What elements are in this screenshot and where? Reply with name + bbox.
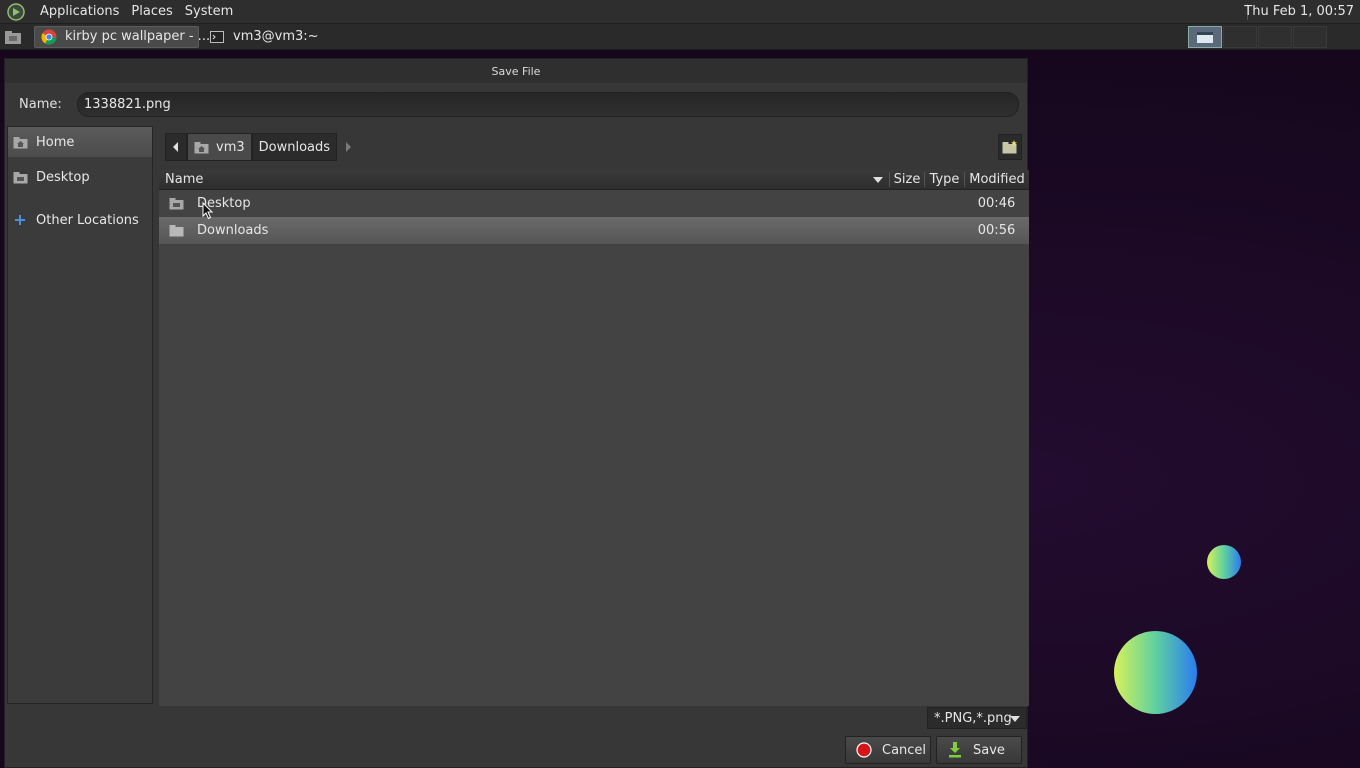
workspace-2[interactable] [1223,26,1257,48]
dialog-title: Save File [491,64,541,78]
new-folder-icon [1002,140,1017,154]
sidebar-item-other-locations[interactable]: Other Locations [8,205,152,235]
name-label: Name: [19,96,62,112]
menu-applications[interactable]: Applications [34,4,125,19]
wallpaper-orb-large [1114,631,1197,714]
terminal-icon [209,29,225,45]
save-button[interactable]: Save [936,736,1022,764]
chevron-down-icon [1010,716,1020,722]
file-list: Name Size Type Modified Desktop 00:46 Do… [159,170,1029,706]
file-type-filter[interactable]: *.PNG,*.png [927,707,1027,729]
workspace-4[interactable] [1293,26,1327,48]
task-terminal-window[interactable]: vm3@vm3:~ [203,26,325,48]
sidebar-item-home[interactable]: Home [8,127,152,157]
save-file-dialog: Save File Name: Home Desktop Other Locat… [4,58,1029,768]
taskbar: kirby pc wallpaper - ... vm3@vm3:~ [0,24,1360,50]
desktop-folder-icon [12,170,28,184]
cancel-label: Cancel [882,742,927,758]
folder-icon [169,224,185,238]
distro-logo-icon[interactable] [6,2,26,22]
name-row: Name: [19,91,1019,117]
workspace-1[interactable] [1188,26,1222,48]
chevron-left-icon [173,142,178,152]
chevron-right-icon [346,142,352,152]
crumb-label: vm3 [216,139,245,155]
create-folder-button[interactable] [998,134,1022,160]
plus-icon [12,213,28,227]
task-label: kirby pc wallpaper - ... [65,29,211,44]
file-modified: 00:56 [977,223,1016,238]
chrome-icon [41,29,57,45]
column-header-modified[interactable]: Modified [964,172,1029,187]
save-label: Save [973,742,1005,758]
dialog-titlebar[interactable]: Save File [5,59,1027,83]
sidebar-item-label: Other Locations [36,212,139,228]
cancel-button[interactable]: Cancel [845,736,931,764]
sort-descending-icon [873,177,883,183]
column-header-size[interactable]: Size [889,172,924,187]
path-crumb-downloads[interactable]: Downloads [251,133,338,161]
clock[interactable]: Thu Feb 1, 00:57 [1244,4,1354,19]
mouse-cursor-icon [202,202,214,220]
download-icon [947,742,963,758]
task-label: vm3@vm3:~ [233,29,319,44]
path-back-button[interactable] [165,133,187,161]
path-crumb-home[interactable]: vm3 [187,133,252,161]
list-header: Name Size Type Modified [159,170,1029,190]
wallpaper-orb-small [1207,545,1241,579]
task-chrome-window[interactable]: kirby pc wallpaper - ... [34,25,210,48]
column-header-type[interactable]: Type [924,172,964,187]
path-forward-button[interactable] [337,133,359,161]
path-bar: vm3 Downloads [165,133,359,161]
menu-places[interactable]: Places [125,4,178,19]
column-header-name[interactable]: Name [159,172,889,187]
sidebar-item-label: Desktop [36,169,90,185]
home-icon [194,140,210,154]
menu-system[interactable]: System [179,4,239,19]
sidebar-item-desktop[interactable]: Desktop [8,162,152,192]
top-panel: Applications Places System Thu Feb 1, 00… [0,0,1360,24]
filter-value: *.PNG,*.png [934,710,1012,726]
sidebar-separator [8,197,152,205]
home-icon [12,135,28,149]
desktop-folder-icon [169,197,185,211]
workspace-switcher [1188,26,1328,48]
table-row[interactable]: Downloads 00:56 [159,217,1029,244]
show-desktop-icon[interactable] [2,26,24,48]
workspace-3[interactable] [1258,26,1292,48]
file-name: Downloads [197,223,269,238]
table-row[interactable]: Desktop 00:46 [159,190,1029,217]
cancel-icon [856,742,872,758]
places-sidebar: Home Desktop Other Locations [7,126,153,704]
sidebar-item-label: Home [36,134,75,150]
file-modified: 00:46 [977,196,1016,211]
crumb-label: Downloads [258,139,331,155]
filename-input[interactable] [77,91,1019,117]
